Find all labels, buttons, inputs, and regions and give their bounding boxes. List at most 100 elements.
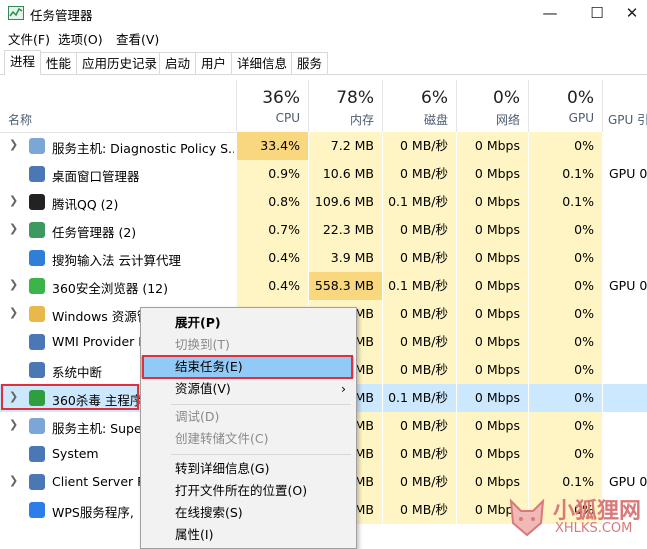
cell-gpu-engine — [602, 132, 647, 160]
cell-disk: 0 MB/秒 — [382, 160, 456, 188]
menu-resource-values[interactable]: 资源值(V) › — [141, 378, 354, 400]
gear-icon — [29, 138, 45, 154]
tab-app-history[interactable]: 应用历史记录 — [76, 52, 164, 74]
cell-gpu: 0% — [528, 244, 602, 272]
cell-net: 0 Mbps — [456, 160, 528, 188]
menu-go-to-details[interactable]: 转到详细信息(G) — [141, 458, 354, 480]
process-name: 服务主机: Diagnostic Policy S... — [52, 141, 234, 156]
expand-chevron-icon[interactable]: ❯ — [9, 306, 18, 319]
tab-details[interactable]: 详细信息 — [231, 52, 294, 74]
cell-gpu-engine — [602, 412, 647, 440]
cell-gpu: 0% — [528, 328, 602, 356]
tab-users[interactable]: 用户 — [195, 52, 233, 74]
menu-separator — [171, 404, 351, 405]
process-name: 搜狗输入法 云计算代理 — [52, 253, 181, 268]
cell-disk: 0 MB/秒 — [382, 496, 456, 524]
tab-services[interactable]: 服务 — [291, 52, 329, 74]
menu-search-online[interactable]: 在线搜索(S) — [141, 502, 354, 524]
table-row[interactable]: 搜狗输入法 云计算代理 0.4% 3.9 MB 0 MB/秒 0 Mbps 0% — [0, 244, 647, 272]
folder-icon — [29, 306, 45, 322]
cell-disk: 0 MB/秒 — [382, 356, 456, 384]
expand-chevron-icon[interactable]: ❯ — [9, 278, 18, 291]
menu-properties[interactable]: 属性(I) — [141, 524, 354, 546]
header-cpu-label: CPU — [275, 111, 300, 125]
cell-net: 0 Mbps — [456, 132, 528, 160]
header-memory[interactable]: 78% 内存 — [308, 80, 382, 132]
cell-gpu-engine — [602, 216, 647, 244]
menu-expand[interactable]: 展开(P) — [141, 312, 354, 334]
expand-chevron-icon[interactable]: ❯ — [9, 418, 18, 431]
table-row[interactable]: ❯ 服务主机: Diagnostic Policy S... 33.4% 7.2 MB… — [0, 132, 647, 160]
cell-cpu: 0.8% — [236, 188, 308, 216]
task-manager-icon — [8, 6, 24, 20]
tab-startup[interactable]: 启动 — [159, 52, 197, 74]
expand-chevron-icon[interactable]: ❯ — [9, 138, 18, 151]
menu-options[interactable]: 选项(O) — [58, 29, 103, 48]
menu-open-file-location[interactable]: 打开文件所在的位置(O) — [141, 480, 354, 502]
table-row[interactable]: ❯ 任务管理器 (2) 0.7% 22.3 MB 0 MB/秒 0 Mbps 0% — [0, 216, 647, 244]
table-row[interactable]: 桌面窗口管理器 0.9% 10.6 MB 0 MB/秒 0 Mbps 0.1% GPU 0 — [0, 160, 647, 188]
header-memory-pct: 78% — [336, 88, 374, 108]
cell-cpu: 0.9% — [236, 160, 308, 188]
header-network[interactable]: 0% 网络 — [456, 80, 528, 132]
window-icon — [29, 334, 45, 350]
process-name: 360安全浏览器 (12) — [52, 281, 168, 296]
cell-gpu: 0% — [528, 216, 602, 244]
menu-file[interactable]: 文件(F) — [8, 29, 50, 48]
header-cpu[interactable]: 36% CPU — [236, 80, 308, 132]
cell-disk: 0.1 MB/秒 — [382, 188, 456, 216]
header-gpu-pct: 0% — [567, 88, 594, 108]
cell-cpu: 0.4% — [236, 272, 308, 300]
header-gpu-engine[interactable]: GPU 引 — [602, 80, 647, 132]
cell-gpu: 0% — [528, 300, 602, 328]
window-icon — [29, 474, 45, 490]
header-name[interactable]: 名称 — [8, 111, 32, 128]
minimize-button[interactable]: — — [530, 0, 570, 26]
window-title: 任务管理器 — [30, 8, 93, 23]
header-network-pct: 0% — [493, 88, 520, 108]
tab-processes[interactable]: 进程 — [4, 50, 42, 75]
process-name: 任务管理器 (2) — [52, 225, 137, 240]
selected-row-outline — [1, 384, 139, 410]
menu-view[interactable]: 查看(V) — [116, 29, 159, 48]
expand-chevron-icon[interactable]: ❯ — [9, 194, 18, 207]
cell-mem: 558.3 MB — [308, 272, 382, 300]
header-network-label: 网络 — [495, 113, 520, 127]
expand-chevron-icon[interactable]: ❯ — [9, 474, 18, 487]
window-icon — [29, 362, 45, 378]
menu-separator — [171, 454, 351, 455]
cell-gpu: 0.1% — [528, 188, 602, 216]
cell-net: 0 Mbps — [456, 272, 528, 300]
cell-disk: 0.1 MB/秒 — [382, 384, 456, 412]
window-icon — [29, 446, 45, 462]
cell-gpu: 0% — [528, 356, 602, 384]
cell-net: 0 Mbps — [456, 328, 528, 356]
cell-gpu-engine — [602, 328, 647, 356]
expand-chevron-icon[interactable]: ❯ — [9, 222, 18, 235]
header-disk[interactable]: 6% 磁盘 — [382, 80, 456, 132]
header-gpu[interactable]: 0% GPU — [528, 80, 602, 132]
cell-gpu: 0.1% — [528, 468, 602, 496]
cell-gpu: 0% — [528, 440, 602, 468]
window-icon — [29, 166, 45, 182]
table-row[interactable]: ❯ 腾讯QQ (2) 0.8% 109.6 MB 0.1 MB/秒 0 Mbps 0.1% — [0, 188, 647, 216]
cell-net: 0 Mbps — [456, 356, 528, 384]
cell-net: 0 Mbps — [456, 300, 528, 328]
cell-mem: 10.6 MB — [308, 160, 382, 188]
cell-mem: 22.3 MB — [308, 216, 382, 244]
watermark-line2: XHLKS.COM — [555, 521, 633, 536]
header-gpu-label: GPU — [568, 111, 594, 125]
cell-cpu: 33.4% — [236, 132, 308, 160]
tab-performance[interactable]: 性能 — [40, 52, 78, 74]
watermark: 小狐狸网 XHLKS.COM — [501, 493, 641, 541]
table-row[interactable]: ❯ 360安全浏览器 (12) 0.4% 558.3 MB 0.1 MB/秒 0 Mbps… — [0, 272, 647, 300]
cell-mem: 3.9 MB — [308, 244, 382, 272]
cell-gpu: 0.1% — [528, 160, 602, 188]
cell-net: 0 Mbps — [456, 384, 528, 412]
close-button[interactable]: ✕ — [617, 0, 647, 26]
task-manager-icon — [29, 222, 45, 238]
maximize-button[interactable]: ☐ — [577, 0, 617, 26]
cell-gpu-engine — [602, 356, 647, 384]
process-name: 腾讯QQ (2) — [52, 197, 119, 212]
cell-disk: 0 MB/秒 — [382, 300, 456, 328]
